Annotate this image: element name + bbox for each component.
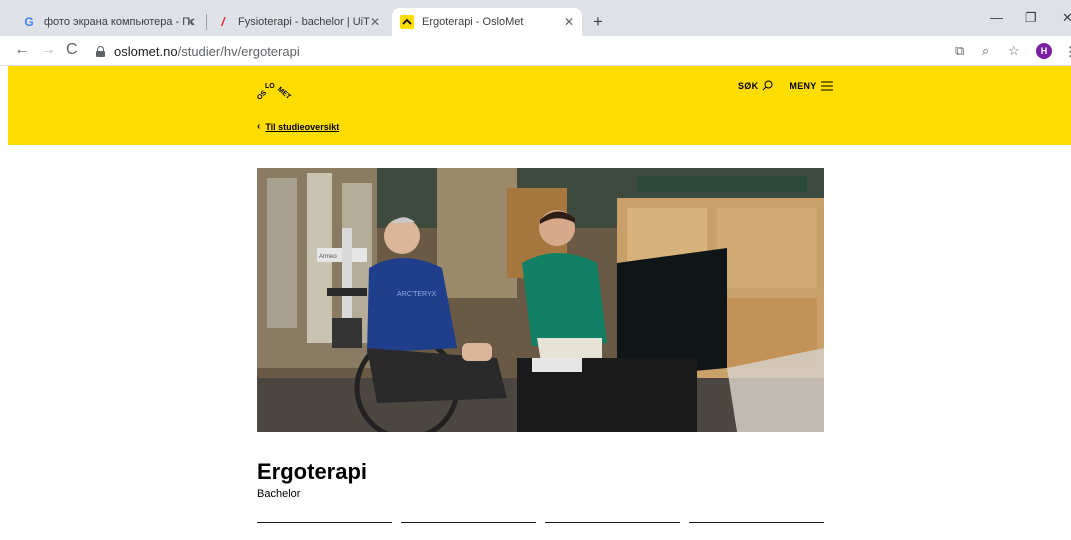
search-label: SØK — [738, 80, 759, 91]
tab-title: фото экрана компьютера - Пои — [44, 16, 194, 28]
hero-image: Armeo ARC'TERYX — [257, 168, 824, 432]
menu-label: MENY — [789, 80, 817, 91]
degree-level: Bachelor — [257, 488, 301, 500]
oslomet-logo[interactable]: OS LO MET — [255, 76, 295, 106]
device-label: Armeo — [319, 254, 337, 260]
search-icon — [763, 80, 773, 91]
page-title: Ergoterapi — [257, 459, 368, 484]
divider-line — [545, 522, 680, 523]
divider-line — [257, 522, 392, 523]
reload-icon[interactable]: C — [66, 41, 78, 59]
close-icon[interactable]: ✕ — [370, 15, 380, 29]
tab-separator — [206, 14, 207, 30]
svg-text:OS: OS — [256, 89, 268, 101]
tab-title: Ergoterapi - OsloMet — [422, 16, 524, 28]
url-path: /studier/hv/ergoterapi — [177, 43, 300, 59]
hamburger-icon — [820, 81, 833, 90]
back-to-study-overview-link[interactable]: ‹ Til studieoversikt — [257, 121, 339, 132]
back-link-label: Til studieoversikt — [265, 121, 340, 132]
oslomet-icon — [400, 15, 414, 29]
close-icon[interactable]: ✕ — [564, 15, 574, 29]
forward-arrow-icon[interactable]: → — [40, 41, 56, 59]
translate-icon[interactable]: ⧉ — [955, 43, 964, 59]
minimize-icon[interactable]: — — [990, 10, 1003, 25]
tab-oslomet[interactable]: Ergoterapi - OsloMet ✕ — [392, 8, 582, 36]
url-host: oslomet.no — [114, 43, 178, 59]
divider-line — [401, 522, 536, 523]
more-menu-icon[interactable]: ⋮ — [1064, 44, 1071, 60]
section-dividers — [257, 522, 824, 523]
lock-icon — [96, 45, 105, 57]
bookmark-star-icon[interactable]: ☆ — [1008, 43, 1020, 59]
back-arrow-icon[interactable]: ← — [14, 41, 30, 59]
tab-title: Fysioterapi - bachelor | UiT — [238, 16, 370, 28]
divider-line — [689, 522, 824, 523]
site-header: OS LO MET SØK MENY ‹ Til studieoversikt — [8, 66, 1071, 145]
close-icon[interactable]: ✕ — [186, 15, 196, 29]
browser-toolbar: ← → C oslomet.no /studier/hv/ergoterapi … — [0, 36, 1071, 66]
program-title-block: Ergoterapi Bachelor — [257, 458, 367, 500]
tab-uit[interactable]: / Fysioterapi - bachelor | UiT ✕ — [208, 8, 388, 36]
restore-icon[interactable]: ❐ — [1025, 10, 1037, 26]
tab-google-search[interactable]: G фото экрана компьютера - Пои ✕ — [14, 8, 204, 36]
zoom-icon[interactable]: ⌕ — [982, 43, 989, 59]
browser-tabstrip: G фото экрана компьютера - Пои ✕ / Fysio… — [0, 0, 1071, 36]
chevron-left-icon: ‹ — [257, 121, 261, 132]
google-icon: G — [24, 15, 34, 29]
svg-text:MET: MET — [276, 86, 292, 101]
uit-icon: / — [221, 15, 225, 29]
profile-avatar[interactable]: H — [1036, 43, 1052, 59]
search-button[interactable]: SØK — [738, 80, 773, 91]
close-window-icon[interactable]: ✕ — [1062, 10, 1071, 26]
svg-text:LO: LO — [265, 83, 275, 90]
header-actions: SØK MENY — [738, 80, 833, 91]
new-tab-button[interactable]: + — [593, 13, 603, 30]
jersey-label: ARC'TERYX — [397, 291, 437, 298]
address-bar[interactable]: oslomet.no /studier/hv/ergoterapi — [96, 42, 300, 60]
menu-button[interactable]: MENY — [789, 80, 833, 91]
